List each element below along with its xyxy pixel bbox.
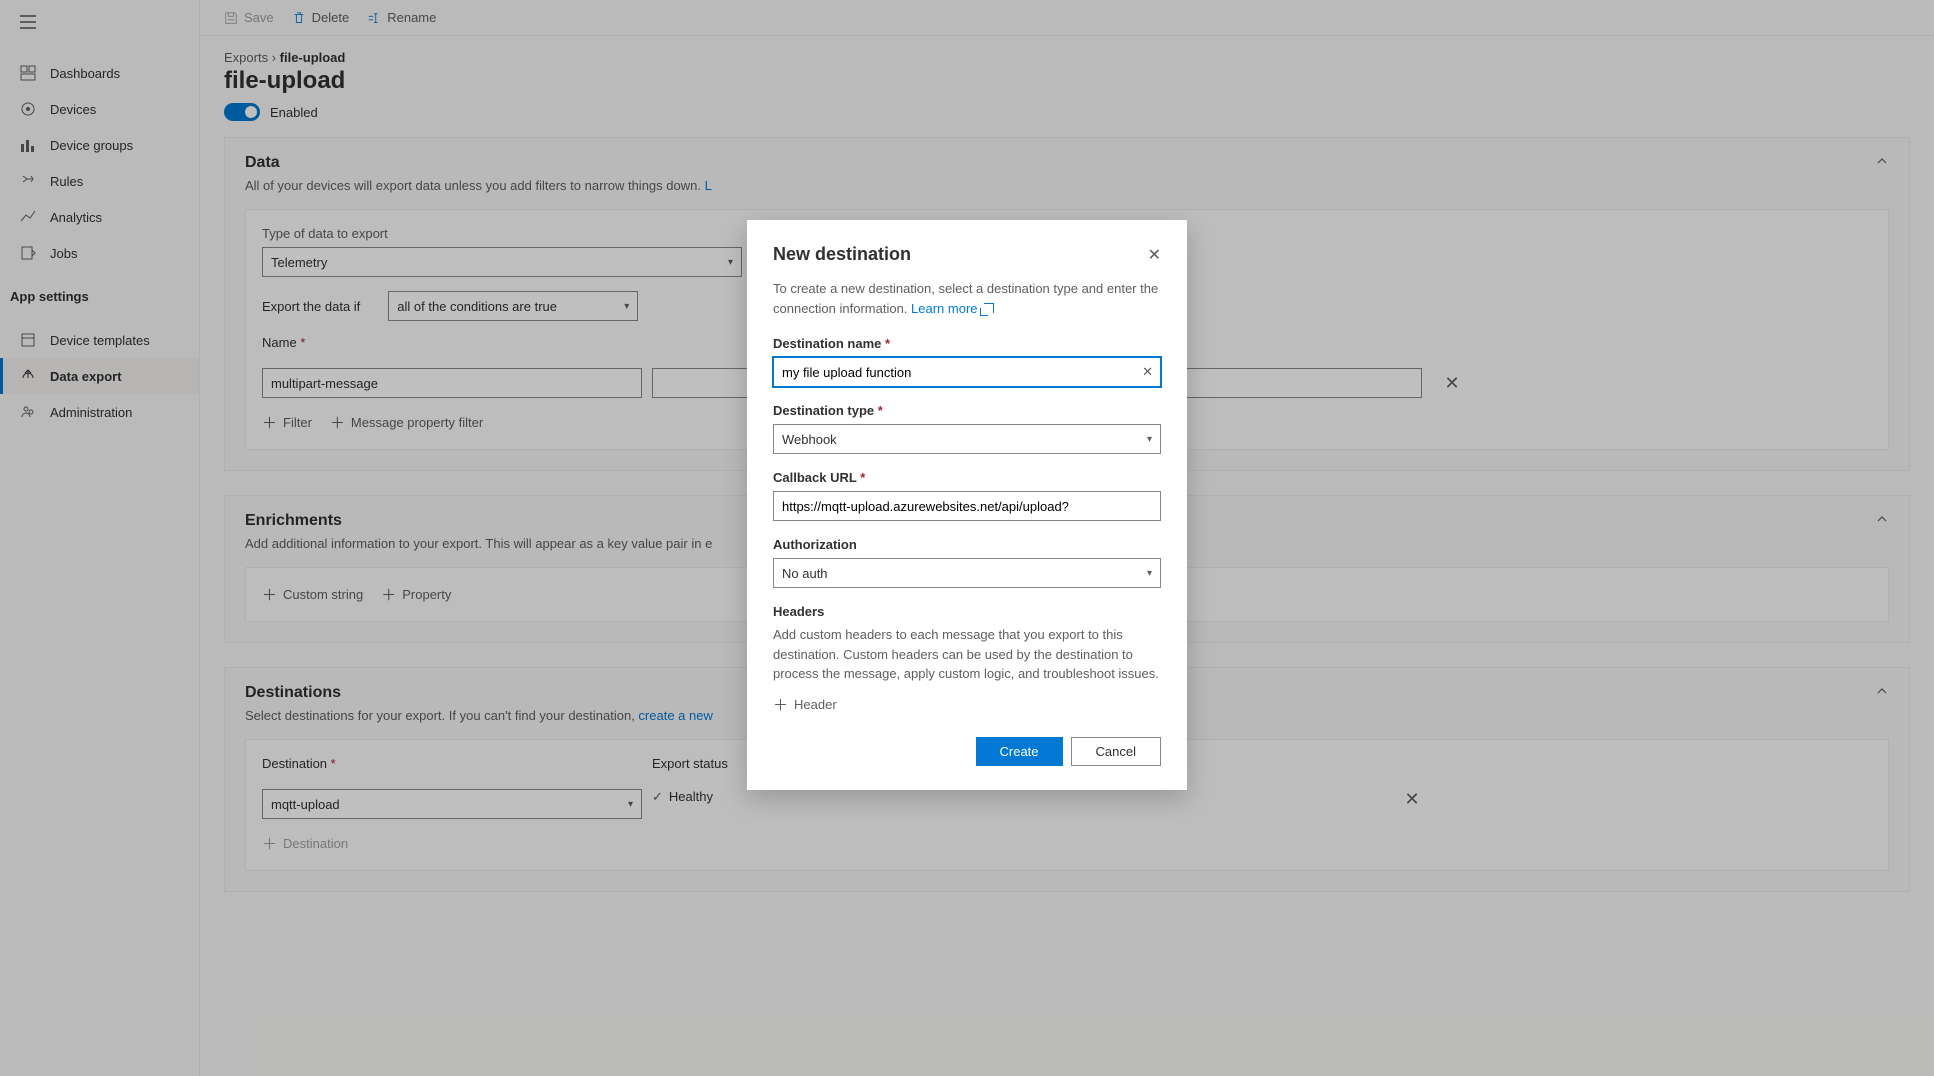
dialog-close-button[interactable]: ✕ xyxy=(1148,245,1161,265)
callback-url-input[interactable] xyxy=(773,491,1161,521)
dest-type-select[interactable]: Webhook ▾ xyxy=(773,424,1161,454)
dest-name-label: Destination name * xyxy=(773,336,1161,351)
create-button[interactable]: Create xyxy=(976,737,1063,766)
cancel-button[interactable]: Cancel xyxy=(1071,737,1161,766)
close-icon: ✕ xyxy=(1142,364,1153,379)
modal-overlay: New destination ✕ To create a new destin… xyxy=(0,0,1934,1076)
add-header-button[interactable]: ＋Header xyxy=(773,694,1161,715)
dialog-description: To create a new destination, select a de… xyxy=(773,279,1161,318)
dialog-title: New destination xyxy=(773,244,911,265)
headers-label: Headers xyxy=(773,604,1161,619)
dest-name-input[interactable] xyxy=(773,357,1161,387)
callback-url-label: Callback URL * xyxy=(773,470,1161,485)
chevron-down-icon: ▾ xyxy=(1147,568,1152,579)
clear-input-button[interactable]: ✕ xyxy=(1142,364,1153,380)
new-destination-dialog: New destination ✕ To create a new destin… xyxy=(747,220,1187,790)
headers-description: Add custom headers to each message that … xyxy=(773,625,1161,684)
close-icon: ✕ xyxy=(1148,247,1161,264)
learn-more-link[interactable]: Learn more xyxy=(911,301,994,316)
external-link-icon xyxy=(984,303,994,313)
authorization-label: Authorization xyxy=(773,537,1161,552)
authorization-select[interactable]: No auth ▾ xyxy=(773,558,1161,588)
plus-icon: ＋ xyxy=(773,694,788,715)
chevron-down-icon: ▾ xyxy=(1147,434,1152,445)
dest-type-label: Destination type * xyxy=(773,403,1161,418)
